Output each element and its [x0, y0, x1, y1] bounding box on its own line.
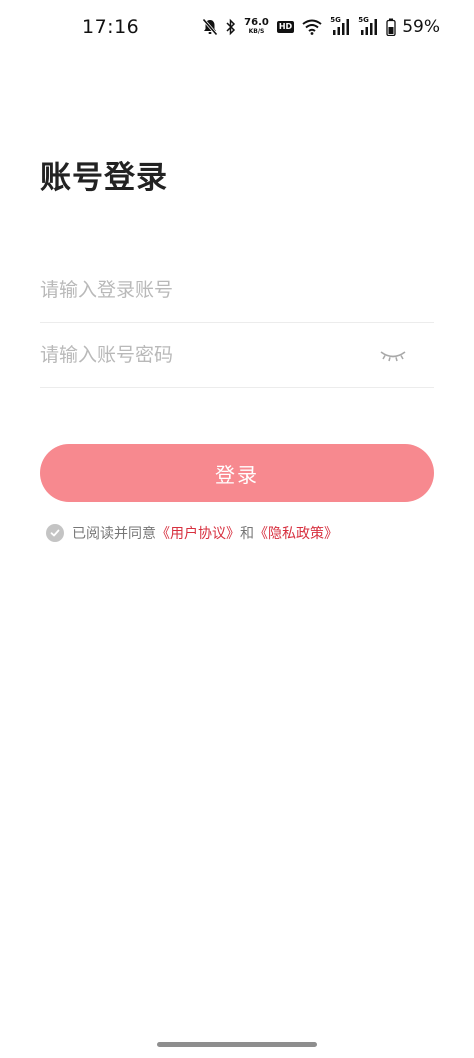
network-speed-value: 76.0 — [244, 17, 269, 28]
page-title: 账号登录 — [40, 160, 168, 196]
password-field — [40, 323, 434, 388]
hd-badge: HD — [276, 21, 295, 33]
signal2-label: 5G — [358, 16, 369, 24]
agreement-prefix: 已阅读并同意 — [72, 526, 156, 542]
cell-signal-2-icon: 5G — [358, 16, 378, 36]
account-field — [40, 258, 434, 323]
status-bar: 17:16 76.0 KB/S HD 5G 5G 59% — [0, 0, 474, 56]
account-input[interactable] — [40, 258, 370, 322]
mute-bell-icon — [202, 18, 218, 36]
signal1-label: 5G — [330, 16, 341, 24]
home-indicator[interactable] — [157, 1042, 317, 1047]
bluetooth-icon — [226, 18, 236, 36]
privacy-policy-link[interactable]: 《隐私政策》 — [254, 523, 338, 543]
user-agreement-link[interactable]: 《用户协议》 — [156, 523, 240, 543]
agree-checkbox[interactable] — [46, 524, 64, 542]
login-button[interactable]: 登录 — [40, 444, 434, 502]
eye-closed-icon[interactable] — [378, 345, 408, 365]
network-speed: 76.0 KB/S — [244, 18, 269, 35]
battery-percent: 59% — [402, 17, 440, 37]
battery-icon — [386, 18, 396, 36]
status-icons: 76.0 KB/S HD 5G 5G 59% — [202, 16, 440, 38]
agreement: 已阅读并同意 《用户协议》 和 《隐私政策》 — [46, 522, 338, 544]
agreement-conjunction: 和 — [240, 526, 254, 542]
password-input[interactable] — [40, 323, 370, 387]
network-speed-unit: KB/S — [248, 28, 265, 35]
check-icon — [50, 529, 60, 537]
cell-signal-1-icon: 5G — [330, 16, 350, 36]
status-time: 17:16 — [82, 16, 140, 38]
wifi-icon — [302, 19, 322, 35]
